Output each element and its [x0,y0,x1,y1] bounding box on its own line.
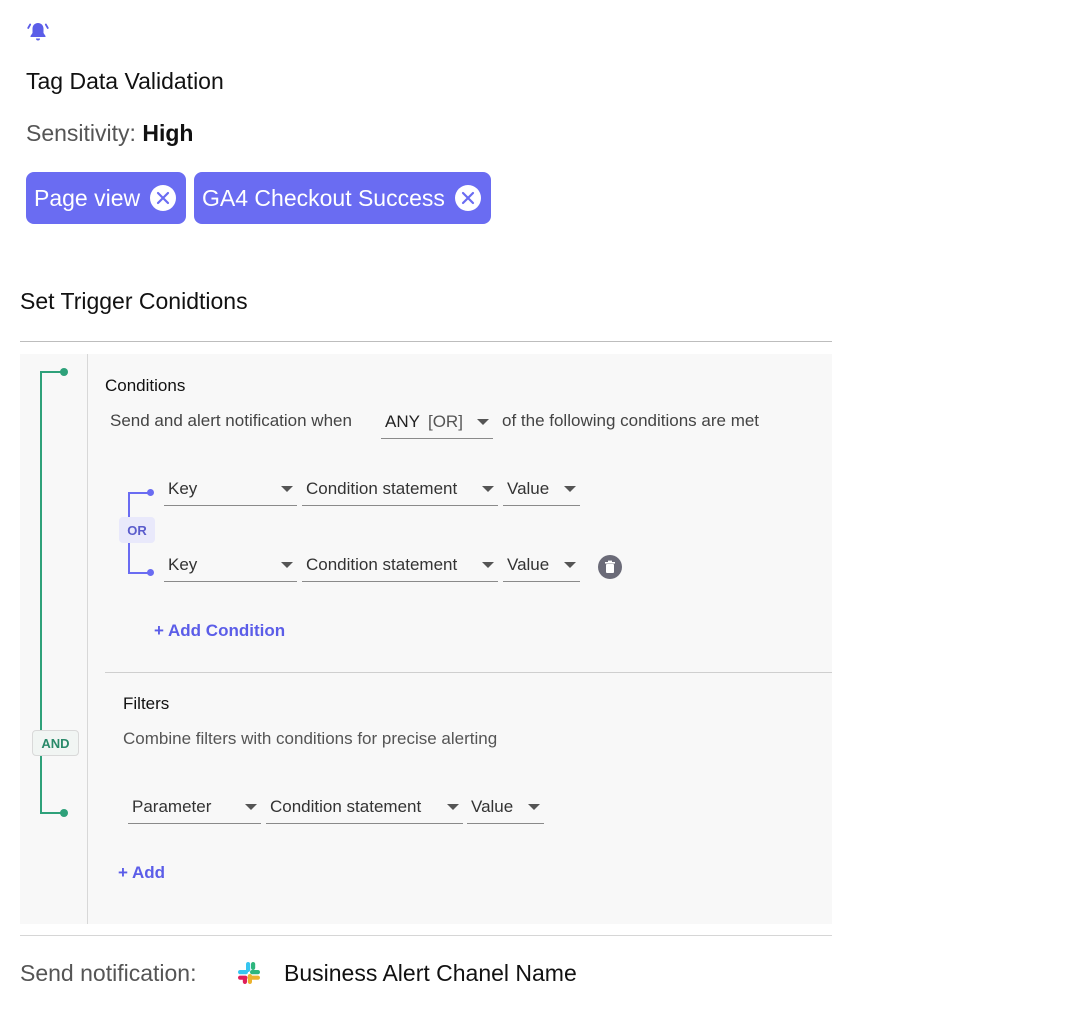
caret-down-icon [245,803,257,810]
parameter-value: Parameter [132,796,212,816]
slack-icon [236,960,262,986]
add-condition-button[interactable]: + Add Condition [154,621,285,641]
key-select[interactable]: Key [164,472,297,506]
close-circle-icon[interactable] [150,185,177,211]
key-select[interactable]: Key [164,548,297,582]
tag-chip-page-view: Page view [26,172,187,224]
divider [87,354,88,924]
or-bracket-dot [147,489,154,496]
sensitivity-label: Sensitivity: [26,120,136,146]
or-bracket-dot [147,569,154,576]
condition-value: Condition statement [306,554,458,574]
trigger-section-title: Set Trigger Conidtions [20,288,248,314]
and-badge[interactable]: AND [32,730,79,756]
value-select[interactable]: Value [503,548,580,582]
chip-label: GA4 Checkout Success [202,184,445,211]
filters-desc: Combine filters with conditions for prec… [123,729,498,748]
caret-down-icon [482,561,494,568]
caret-down-icon [477,418,489,425]
parameter-select[interactable]: Parameter [128,790,261,824]
sensitivity-value: High [142,120,194,146]
and-bracket-dot [60,368,68,376]
notification-label: Send notification: [20,960,197,986]
value-select[interactable]: Value [503,472,580,506]
key-value: Key [168,478,198,498]
alert-title: Tag Data Validation [26,68,224,94]
bell-alert-icon [26,20,50,44]
condition-value: Condition statement [306,478,458,498]
caret-down-icon [564,561,576,568]
caret-down-icon [447,803,459,810]
value-value: Value [471,796,514,816]
notification-channel[interactable]: Business Alert Chanel Name [284,960,577,987]
caret-down-icon [564,485,576,492]
match-type-select[interactable]: ANY [OR] [381,405,493,439]
divider [20,341,832,342]
condition-value: Condition statement [270,796,422,816]
tag-chip-ga4-checkout: GA4 Checkout Success [194,172,491,224]
match-sub: [OR] [427,411,463,431]
divider [105,672,832,673]
divider [20,935,832,936]
filter-condition-select[interactable]: Condition statement [266,790,463,824]
caret-down-icon [528,803,540,810]
or-badge[interactable]: OR [119,517,155,543]
trash-icon[interactable] [598,555,622,579]
filters-heading: Filters [123,694,170,713]
match-value: ANY [385,411,420,431]
add-filter-button[interactable]: + Add [118,863,165,883]
chip-label: Page view [34,184,141,211]
sensitivity: Sensitivity: High [26,120,193,147]
caret-down-icon [281,561,293,568]
condition-statement-select[interactable]: Condition statement [302,472,498,506]
caret-down-icon [281,485,293,492]
close-circle-icon[interactable] [454,185,481,211]
conditions-desc-prefix: Send and alert notification when [110,411,352,430]
key-value: Key [168,554,198,574]
value-value: Value [507,478,550,498]
conditions-desc-suffix: of the following conditions are met [502,411,760,430]
trigger-panel [20,354,832,924]
conditions-heading: Conditions [105,376,186,395]
caret-down-icon [482,485,494,492]
condition-statement-select[interactable]: Condition statement [302,548,498,582]
value-value: Value [507,554,550,574]
filter-value-select[interactable]: Value [467,790,544,824]
and-bracket-dot [60,809,68,817]
